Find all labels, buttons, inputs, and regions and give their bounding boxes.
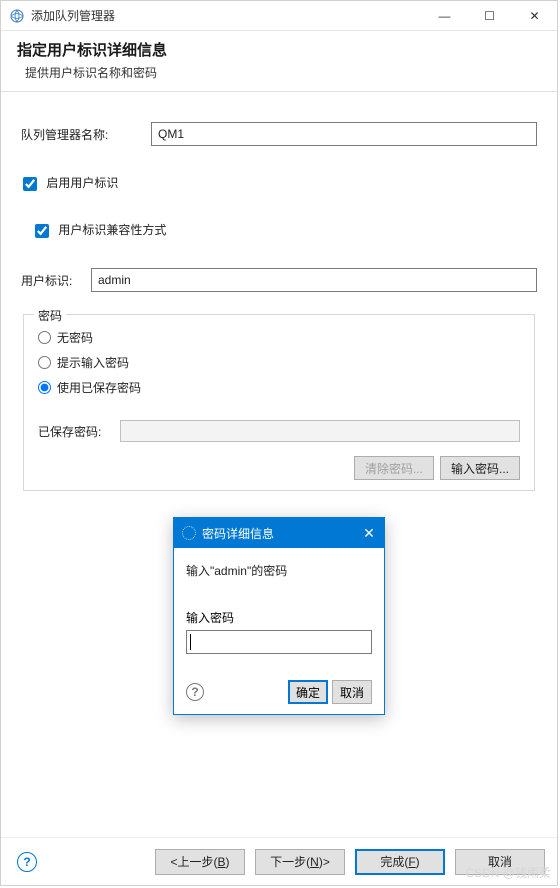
password-group-title: 密码 (34, 307, 66, 324)
app-icon (9, 8, 25, 24)
dialog-input-wrap (186, 630, 372, 654)
main-window: 添加队列管理器 — ☐ ✕ 指定用户标识详细信息 提供用户标识名称和密码 队列管… (0, 0, 558, 886)
input-password-button[interactable]: 输入密码... (440, 456, 520, 480)
wizard-header: 指定用户标识详细信息 提供用户标识名称和密码 (1, 31, 557, 92)
password-group: 密码 无密码 提示输入密码 使用已保存密码 已保存密码: 清除密码... 输入密… (23, 314, 535, 491)
window-buttons: — ☐ ✕ (422, 1, 557, 30)
close-button[interactable]: ✕ (512, 1, 557, 30)
finish-button[interactable]: 完成(F) (355, 849, 445, 875)
next-button[interactable]: 下一步(N)> (255, 849, 345, 875)
saved-pw-label: 已保存密码: (38, 423, 120, 440)
userid-label: 用户标识: (21, 272, 91, 289)
enable-userid-label: 启用用户标识 (46, 176, 118, 190)
userid-field[interactable] (91, 268, 537, 292)
password-group-buttons: 清除密码... 输入密码... (38, 456, 520, 480)
clear-password-button[interactable]: 清除密码... (354, 456, 434, 480)
dialog-titlebar: 密码详细信息 ✕ (174, 518, 384, 548)
maximize-button[interactable]: ☐ (467, 1, 512, 30)
radio-saved-label: 使用已保存密码 (57, 379, 141, 396)
text-caret (190, 634, 191, 650)
help-button[interactable]: ? (17, 852, 37, 872)
dialog-help-button[interactable]: ? (186, 683, 204, 701)
radio-saved[interactable] (38, 381, 51, 394)
userid-compat-row: 用户标识兼容性方式 (11, 221, 547, 238)
minimize-button[interactable]: — (422, 1, 467, 30)
dialog-password-input[interactable] (187, 631, 371, 653)
dialog-title: 密码详细信息 (202, 525, 274, 542)
cancel-button[interactable]: 取消 (455, 849, 545, 875)
dialog-close-button[interactable]: ✕ (354, 518, 384, 548)
userid-row: 用户标识: (11, 268, 547, 292)
radio-none-row: 无密码 (38, 329, 520, 346)
dialog-body: 输入"admin"的密码 输入密码 ? 确定 取消 (174, 548, 384, 714)
window-title: 添加队列管理器 (31, 7, 422, 24)
page-title: 指定用户标识详细信息 (17, 39, 541, 60)
content-area: 队列管理器名称: 启用用户标识 用户标识兼容性方式 用户标识: 密码 无密码 提… (1, 92, 557, 491)
dialog-button-row: ? 确定 取消 (186, 680, 372, 704)
radio-none-label: 无密码 (57, 329, 93, 346)
enable-userid-checkbox[interactable] (23, 177, 37, 191)
dialog-ok-button[interactable]: 确定 (288, 680, 328, 704)
radio-prompt-label: 提示输入密码 (57, 354, 129, 371)
qm-name-field[interactable] (151, 122, 537, 146)
userid-compat-checkbox[interactable] (35, 224, 49, 238)
qm-name-label: 队列管理器名称: (21, 126, 151, 143)
titlebar: 添加队列管理器 — ☐ ✕ (1, 1, 557, 31)
back-button[interactable]: <上一步(B) (155, 849, 245, 875)
dialog-cancel-button[interactable]: 取消 (332, 680, 372, 704)
qm-name-row: 队列管理器名称: (11, 122, 547, 146)
enable-userid-row: 启用用户标识 (11, 174, 547, 191)
dialog-input-label: 输入密码 (186, 609, 372, 626)
saved-pw-field (120, 420, 520, 442)
page-subtitle: 提供用户标识名称和密码 (17, 64, 541, 81)
dialog-message: 输入"admin"的密码 (186, 562, 372, 579)
saved-pw-row: 已保存密码: (38, 420, 520, 442)
radio-saved-row: 使用已保存密码 (38, 379, 520, 396)
radio-prompt[interactable] (38, 356, 51, 369)
userid-compat-label: 用户标识兼容性方式 (58, 223, 166, 237)
password-dialog: 密码详细信息 ✕ 输入"admin"的密码 输入密码 ? 确定 取消 (173, 517, 385, 715)
wizard-button-bar: ? <上一步(B) 下一步(N)> 完成(F) 取消 (1, 837, 557, 885)
radio-none[interactable] (38, 331, 51, 344)
dialog-icon (182, 526, 196, 540)
radio-prompt-row: 提示输入密码 (38, 354, 520, 371)
